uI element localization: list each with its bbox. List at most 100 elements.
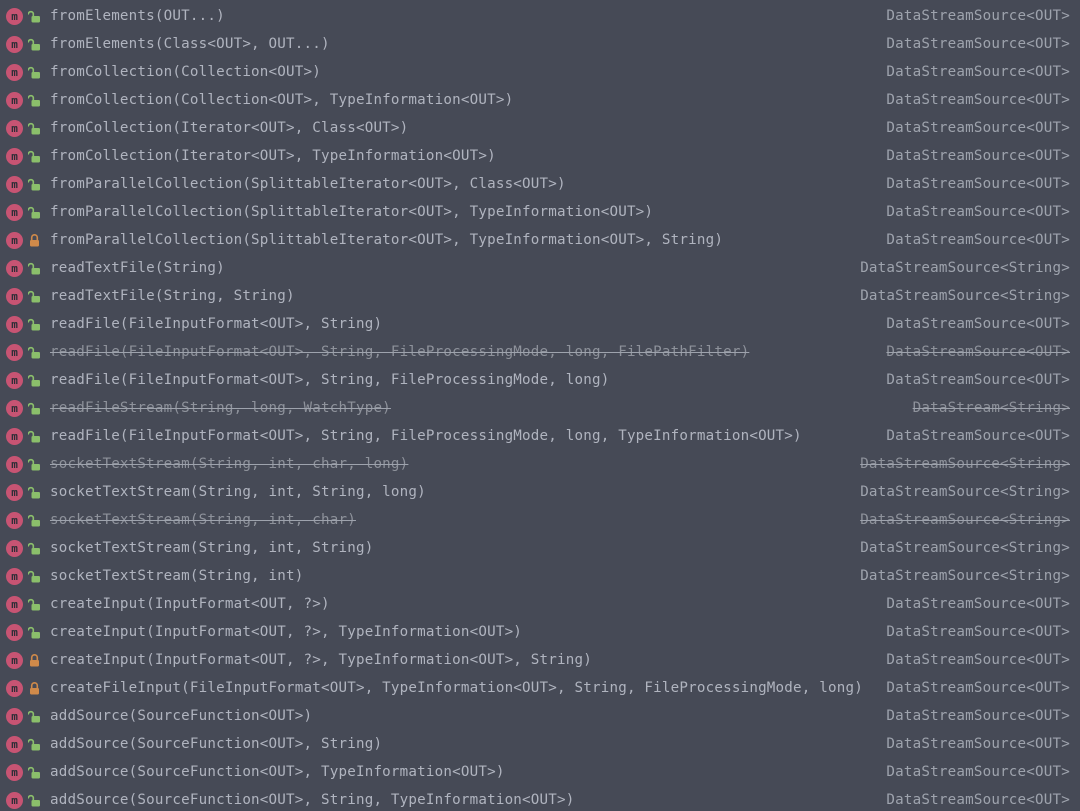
method-badge-icon: m [6,652,23,669]
method-return-type: DataStreamSource<OUT> [886,680,1070,696]
item-icons: m [6,176,50,193]
method-signature: readFile(FileInputFormat<OUT>, String, F… [50,372,874,388]
item-icons: m [6,484,50,501]
lock-open-icon [28,262,41,275]
completion-item[interactable]: m socketTextStream(String, int, String, l… [0,478,1080,506]
completion-item[interactable]: mcreateInput(InputFormat<OUT, ?>, TypeIn… [0,618,1080,646]
method-signature: fromParallelCollection(SplittableIterato… [50,232,874,248]
lock-open-icon [28,178,41,191]
method-return-type: DataStreamSource<OUT> [886,176,1070,192]
method-badge-icon: m [6,596,23,613]
item-icons: m [6,568,50,585]
method-signature: socketTextStream(String, int, char, long… [50,456,848,472]
method-signature: fromCollection(Collection<OUT>, TypeInfo… [50,92,874,108]
lock-open-icon [28,10,41,23]
item-icons: m [6,680,50,697]
item-icons: m [6,428,50,445]
completion-item[interactable]: mfromElements(Class<OUT>, OUT...)DataStr… [0,30,1080,58]
completion-item[interactable]: mfromCollection(Collection<OUT>)DataStre… [0,58,1080,86]
completion-item[interactable]: maddSource(SourceFunction<OUT>, String)D… [0,730,1080,758]
item-icons: m [6,148,50,165]
completion-item[interactable]: mfromParallelCollection(SplittableIterat… [0,198,1080,226]
method-return-type: DataStreamSource<OUT> [886,736,1070,752]
method-return-type: DataStreamSource<OUT> [886,428,1070,444]
completion-item[interactable]: m fromParallelCollection(SplittableIterat… [0,226,1080,254]
completion-item[interactable]: mreadFile(FileInputFormat<OUT>, String, … [0,366,1080,394]
lock-open-icon [28,38,41,51]
completion-item[interactable]: maddSource(SourceFunction<OUT>, String, … [0,786,1080,811]
lock-open-icon [28,710,41,723]
method-signature: createInput(InputFormat<OUT, ?>, TypeInf… [50,652,874,668]
item-icons: m [6,596,50,613]
completion-item[interactable]: mreadFile(FileInputFormat<OUT>, String)D… [0,310,1080,338]
method-badge-icon: m [6,400,23,417]
item-icons: m [6,260,50,277]
completion-item[interactable]: mreadTextFile(String, String)DataStreamS… [0,282,1080,310]
method-return-type: DataStreamSource<OUT> [886,36,1070,52]
method-badge-icon: m [6,260,23,277]
method-return-type: DataStreamSource<OUT> [886,8,1070,24]
completion-item[interactable]: m addSource(SourceFunction<OUT>, TypeInfo… [0,758,1080,786]
completion-item[interactable]: m readFile(FileInputFormat<OUT>, String, … [0,338,1080,366]
method-badge-icon: m [6,316,23,333]
method-return-type: DataStreamSource<OUT> [886,344,1070,360]
lock-open-icon [28,206,41,219]
lock-closed-icon [28,682,41,695]
completion-item[interactable]: msocketTextStream(String, int, char, lon… [0,450,1080,478]
completion-item[interactable]: mcreateFileInput(FileInputFormat<OUT>, T… [0,674,1080,702]
lock-open-icon [28,318,41,331]
lock-open-icon [28,66,41,79]
completion-item[interactable]: msocketTextStream(String, int, String)Da… [0,534,1080,562]
method-return-type: DataStreamSource<OUT> [886,624,1070,640]
method-badge-icon: m [6,764,23,781]
completion-item[interactable]: mfromCollection(Iterator<OUT>, TypeInfor… [0,142,1080,170]
method-badge-icon: m [6,736,23,753]
lock-open-icon [28,374,41,387]
completion-item[interactable]: mreadTextFile(String)DataStreamSource<St… [0,254,1080,282]
completion-item[interactable]: mfromElements(OUT...)DataStreamSource<OU… [0,2,1080,30]
method-signature: readFile(FileInputFormat<OUT>, String, F… [50,428,874,444]
completion-item[interactable]: msocketTextStream(String, int)DataStream… [0,562,1080,590]
lock-open-icon [28,794,41,807]
lock-open-icon [28,122,41,135]
completion-item[interactable]: mreadFileStream(String, long, WatchType)… [0,394,1080,422]
lock-open-icon [28,766,41,779]
lock-open-icon [28,570,41,583]
completion-item[interactable]: m createInput(InputFormat<OUT, ?>, TypeIn… [0,646,1080,674]
method-badge-icon: m [6,680,23,697]
item-icons: m [6,8,50,25]
method-signature: socketTextStream(String, int) [50,568,848,584]
method-badge-icon: m [6,344,23,361]
lock-closed-icon [28,234,41,247]
method-return-type: DataStreamSource<OUT> [886,92,1070,108]
completion-item[interactable]: mcreateInput(InputFormat<OUT, ?>)DataStr… [0,590,1080,618]
method-badge-icon: m [6,92,23,109]
completion-item[interactable]: msocketTextStream(String, int, char)Data… [0,506,1080,534]
method-badge-icon: m [6,512,23,529]
method-badge-icon: m [6,484,23,501]
lock-open-icon [28,402,41,415]
method-signature: fromParallelCollection(SplittableIterato… [50,204,874,220]
item-icons: m [6,708,50,725]
method-completion-list: mfromElements(OUT...)DataStreamSource<OU… [0,0,1080,811]
completion-item[interactable]: mfromParallelCollection(SplittableIterat… [0,170,1080,198]
method-badge-icon: m [6,708,23,725]
completion-item[interactable]: maddSource(SourceFunction<OUT>)DataStrea… [0,702,1080,730]
method-return-type: DataStreamSource<OUT> [886,316,1070,332]
item-icons: m [6,288,50,305]
method-signature: addSource(SourceFunction<OUT>, TypeInfor… [50,764,874,780]
method-signature: readTextFile(String, String) [50,288,848,304]
completion-item[interactable]: m fromCollection(Collection<OUT>, TypeInf… [0,86,1080,114]
completion-item[interactable]: mreadFile(FileInputFormat<OUT>, String, … [0,422,1080,450]
method-badge-icon: m [6,232,23,249]
lock-open-icon [28,346,41,359]
item-icons: m [6,540,50,557]
method-signature: socketTextStream(String, int, String, lo… [50,484,848,500]
method-signature: createInput(InputFormat<OUT, ?>, TypeInf… [50,624,874,640]
item-icons: m [6,400,50,417]
method-signature: readFile(FileInputFormat<OUT>, String, F… [50,344,874,360]
method-signature: addSource(SourceFunction<OUT>) [50,708,874,724]
lock-open-icon [28,150,41,163]
completion-item[interactable]: mfromCollection(Iterator<OUT>, Class<OUT… [0,114,1080,142]
item-icons: m [6,232,50,249]
